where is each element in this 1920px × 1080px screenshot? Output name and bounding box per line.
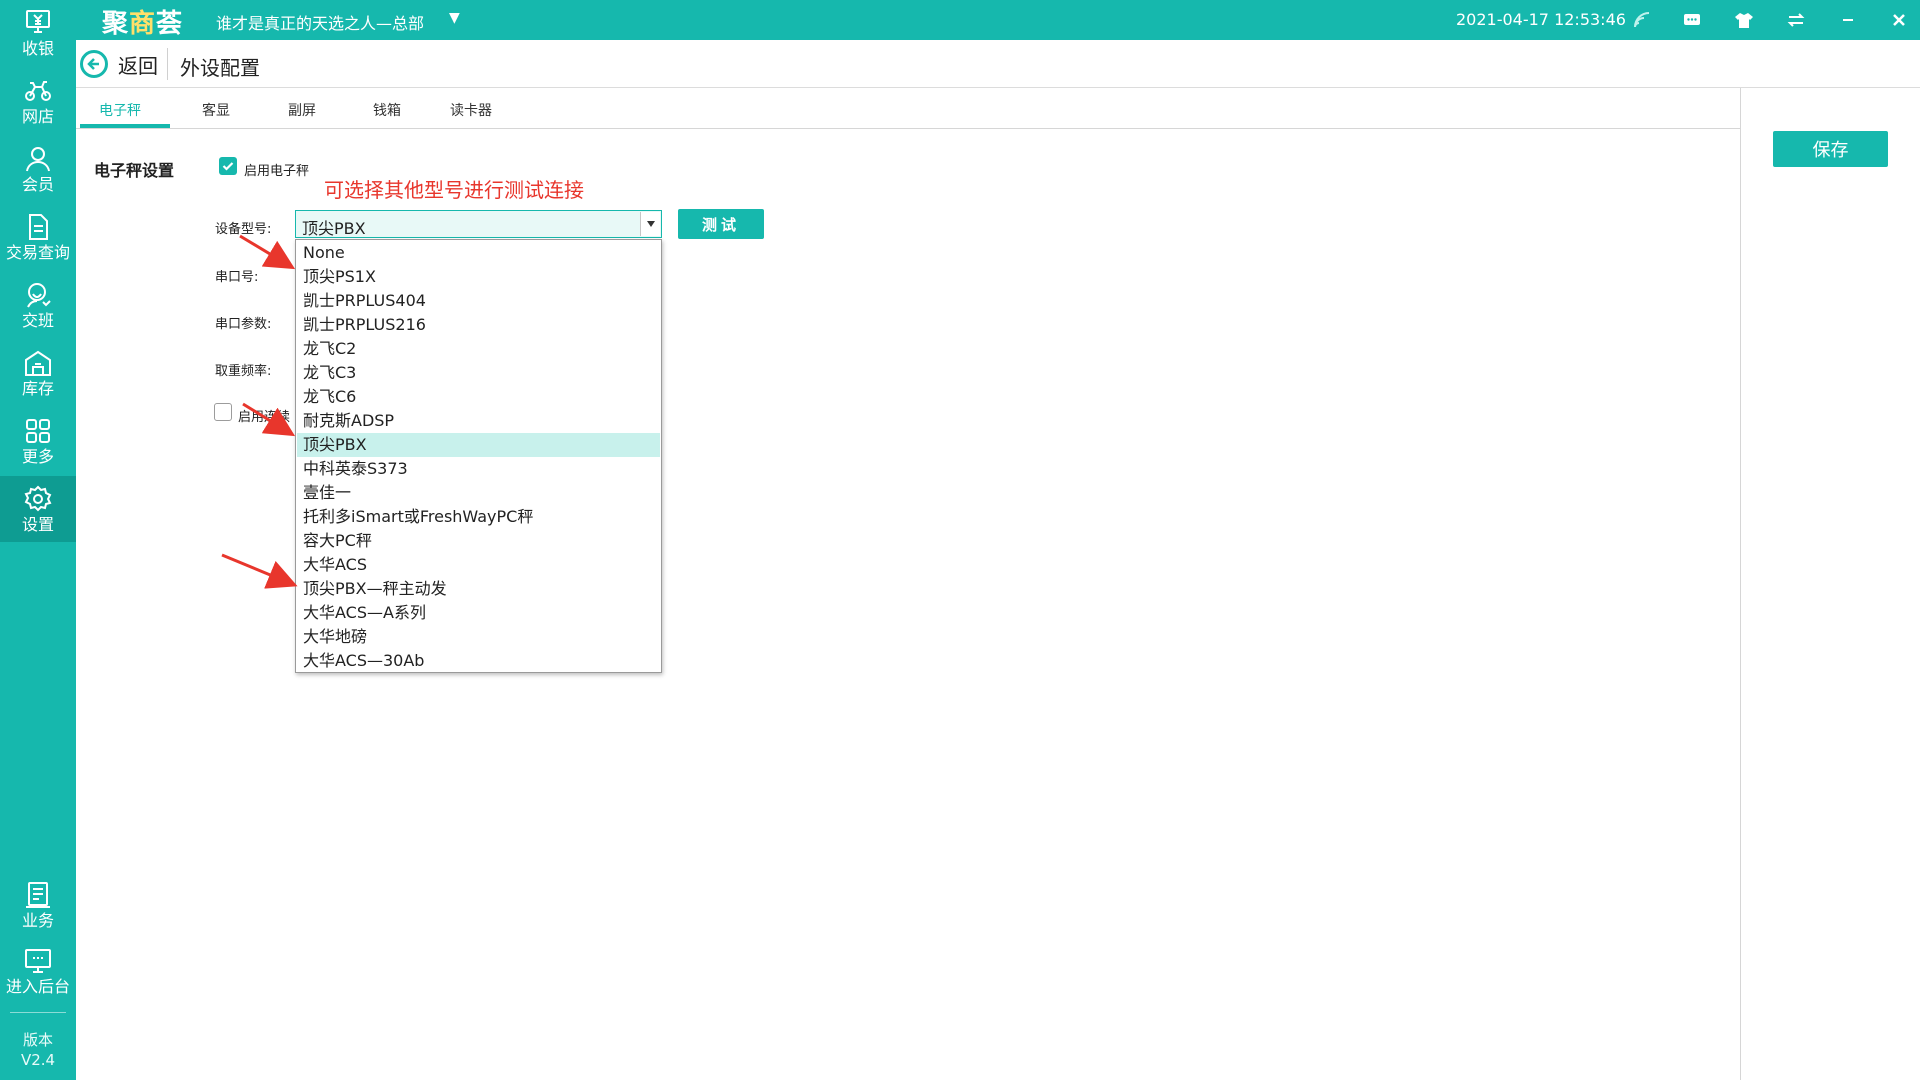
active-tab-indicator bbox=[80, 124, 170, 128]
bike-icon bbox=[25, 81, 51, 101]
sidebar-item-cashier[interactable]: 收银 bbox=[0, 0, 76, 66]
sidebar-item-settings[interactable]: 设置 bbox=[0, 476, 76, 542]
device-model-dropdown: None 顶尖PS1X 凯士PRPLUS404 凯士PRPLUS216 龙飞C2… bbox=[295, 239, 662, 673]
dropdown-option[interactable]: 大华ACS—30Ab bbox=[297, 649, 660, 673]
dropdown-option-selected[interactable]: 顶尖PBX bbox=[297, 433, 660, 457]
user-icon bbox=[26, 147, 50, 172]
back-button[interactable]: 返回 bbox=[80, 49, 158, 79]
sidebar-item-label: 交易查询 bbox=[5, 243, 70, 262]
grid-icon bbox=[26, 419, 50, 443]
sidebar-item-label: 业务 bbox=[21, 911, 54, 930]
sidebar-item-online-store[interactable]: 网店 bbox=[0, 68, 76, 134]
store-selector[interactable]: 谁才是真正的天选之人—总部 bbox=[216, 10, 424, 34]
wifi-icon[interactable] bbox=[1630, 8, 1654, 32]
serial-params-label: 串口参数: bbox=[215, 317, 272, 332]
tab-scale[interactable]: 电子秤 bbox=[99, 100, 141, 120]
version-divider bbox=[10, 1012, 66, 1013]
dropdown-option[interactable]: 顶尖PBX—秤主动发 bbox=[297, 577, 660, 601]
tab-bar: 电子秤 客显 副屏 钱箱 读卡器 bbox=[76, 88, 1741, 129]
back-arrow-icon bbox=[80, 50, 108, 78]
sidebar-item-label: 库存 bbox=[21, 379, 54, 398]
save-button[interactable]: 保存 bbox=[1773, 131, 1888, 167]
tab-cash-drawer[interactable]: 钱箱 bbox=[373, 100, 401, 120]
dropdown-option[interactable]: 中科英泰S373 bbox=[297, 457, 660, 481]
version-label: 版本 bbox=[22, 1031, 53, 1049]
monitor-icon bbox=[25, 949, 51, 973]
app-logo: 聚商荟 bbox=[102, 9, 184, 39]
enable-scale-checkbox[interactable] bbox=[219, 157, 237, 175]
sidebar-item-member[interactable]: 会员 bbox=[0, 136, 76, 202]
check-icon bbox=[222, 162, 234, 171]
device-model-label: 设备型号: bbox=[215, 222, 272, 237]
serial-port-label: 串口号: bbox=[215, 270, 259, 285]
tab-customer-display[interactable]: 客显 bbox=[202, 100, 230, 120]
dropdown-option[interactable]: 大华ACS bbox=[297, 553, 660, 577]
dropdown-option[interactable]: 容大PC秤 bbox=[297, 529, 660, 553]
back-label: 返回 bbox=[118, 53, 158, 78]
dropdown-option[interactable]: 凯士PRPLUS404 bbox=[297, 289, 660, 313]
version-value: V2.4 bbox=[20, 1051, 56, 1069]
arrow-to-option-ps1x bbox=[239, 234, 296, 270]
gear-icon bbox=[24, 485, 52, 512]
dropdown-option[interactable]: 大华地磅 bbox=[297, 625, 660, 649]
continuous-label: 启用连续 bbox=[238, 410, 291, 425]
dropdown-option[interactable]: 龙飞C2 bbox=[297, 337, 660, 361]
device-model-select[interactable]: 顶尖PBX bbox=[295, 210, 662, 238]
message-icon[interactable] bbox=[1680, 8, 1704, 32]
cashier-icon bbox=[26, 10, 50, 33]
chevron-down-icon[interactable]: ▼ bbox=[449, 10, 460, 26]
page-title: 外设配置 bbox=[180, 56, 260, 80]
weigh-frequency-label: 取重频率: bbox=[215, 364, 272, 379]
sidebar-item-label: 交班 bbox=[21, 311, 54, 330]
page-header: 返回 外设配置 bbox=[76, 40, 1920, 88]
version-info: 版本 V2.4 bbox=[0, 1030, 76, 1070]
clipboard-icon bbox=[26, 882, 50, 908]
continuous-checkbox[interactable] bbox=[214, 403, 232, 421]
test-button[interactable]: 测试 bbox=[678, 209, 764, 239]
dropdown-option[interactable]: 壹佳一 bbox=[297, 481, 660, 505]
datetime: 2021-04-17 12:53:46 bbox=[1456, 10, 1626, 29]
tab-secondary-screen[interactable]: 副屏 bbox=[288, 100, 316, 120]
sidebar-item-label: 更多 bbox=[21, 447, 54, 466]
sidebar-item-label: 会员 bbox=[21, 175, 54, 194]
dropdown-option[interactable]: 凯士PRPLUS216 bbox=[297, 313, 660, 337]
sidebar-item-label: 设置 bbox=[21, 515, 54, 534]
shirt-icon[interactable] bbox=[1732, 8, 1756, 32]
dropdown-option[interactable]: 龙飞C6 bbox=[297, 385, 660, 409]
sidebar-item-inventory[interactable]: 库存 bbox=[0, 340, 76, 406]
sidebar-item-label: 收银 bbox=[21, 39, 54, 58]
dropdown-option[interactable]: 大华ACS—A系列 bbox=[297, 601, 660, 625]
sidebar-item-backend[interactable]: 进入后台 bbox=[0, 938, 76, 1004]
sidebar-item-more[interactable]: 更多 bbox=[0, 408, 76, 474]
annotation-text: 可选择其他型号进行测试连接 bbox=[324, 178, 584, 202]
sidebar-item-business[interactable]: 业务 bbox=[0, 872, 76, 938]
tab-card-reader[interactable]: 读卡器 bbox=[450, 100, 492, 120]
device-model-value: 顶尖PBX bbox=[302, 219, 366, 238]
document-icon bbox=[29, 214, 48, 240]
sidebar: 收银 网店 会员 交易查询 交班 库存 更多 设置 业务 进入后台 版本 V2.… bbox=[0, 0, 76, 1080]
sidebar-item-label: 进入后台 bbox=[5, 977, 70, 996]
section-title: 电子秤设置 bbox=[94, 161, 175, 180]
dropdown-option[interactable]: 托利多iSmart或FreshWayPC秤 bbox=[297, 505, 660, 529]
dropdown-arrow-icon[interactable] bbox=[640, 212, 660, 236]
shift-icon bbox=[27, 283, 51, 308]
close-icon[interactable] bbox=[1887, 8, 1911, 32]
dropdown-option[interactable]: 顶尖PS1X bbox=[297, 265, 660, 289]
dropdown-option[interactable]: None bbox=[297, 241, 660, 265]
header-divider bbox=[167, 48, 168, 80]
sidebar-item-label: 网店 bbox=[21, 107, 54, 126]
dropdown-option[interactable]: 耐克斯ADSP bbox=[297, 409, 660, 433]
enable-scale-label: 启用电子秤 bbox=[244, 164, 310, 179]
sidebar-item-transactions[interactable]: 交易查询 bbox=[0, 204, 76, 270]
sidebar-item-shift[interactable]: 交班 bbox=[0, 272, 76, 338]
sync-icon[interactable] bbox=[1784, 8, 1808, 32]
warehouse-icon bbox=[25, 350, 51, 376]
dropdown-option[interactable]: 龙飞C3 bbox=[297, 361, 660, 385]
arrow-to-option-pbx-active bbox=[221, 553, 298, 589]
minimize-icon[interactable] bbox=[1836, 8, 1860, 32]
top-bar: 聚商荟 谁才是真正的天选之人—总部 ▼ 2021-04-17 12:53:46 bbox=[76, 0, 1920, 40]
right-panel-divider bbox=[1740, 88, 1741, 1080]
